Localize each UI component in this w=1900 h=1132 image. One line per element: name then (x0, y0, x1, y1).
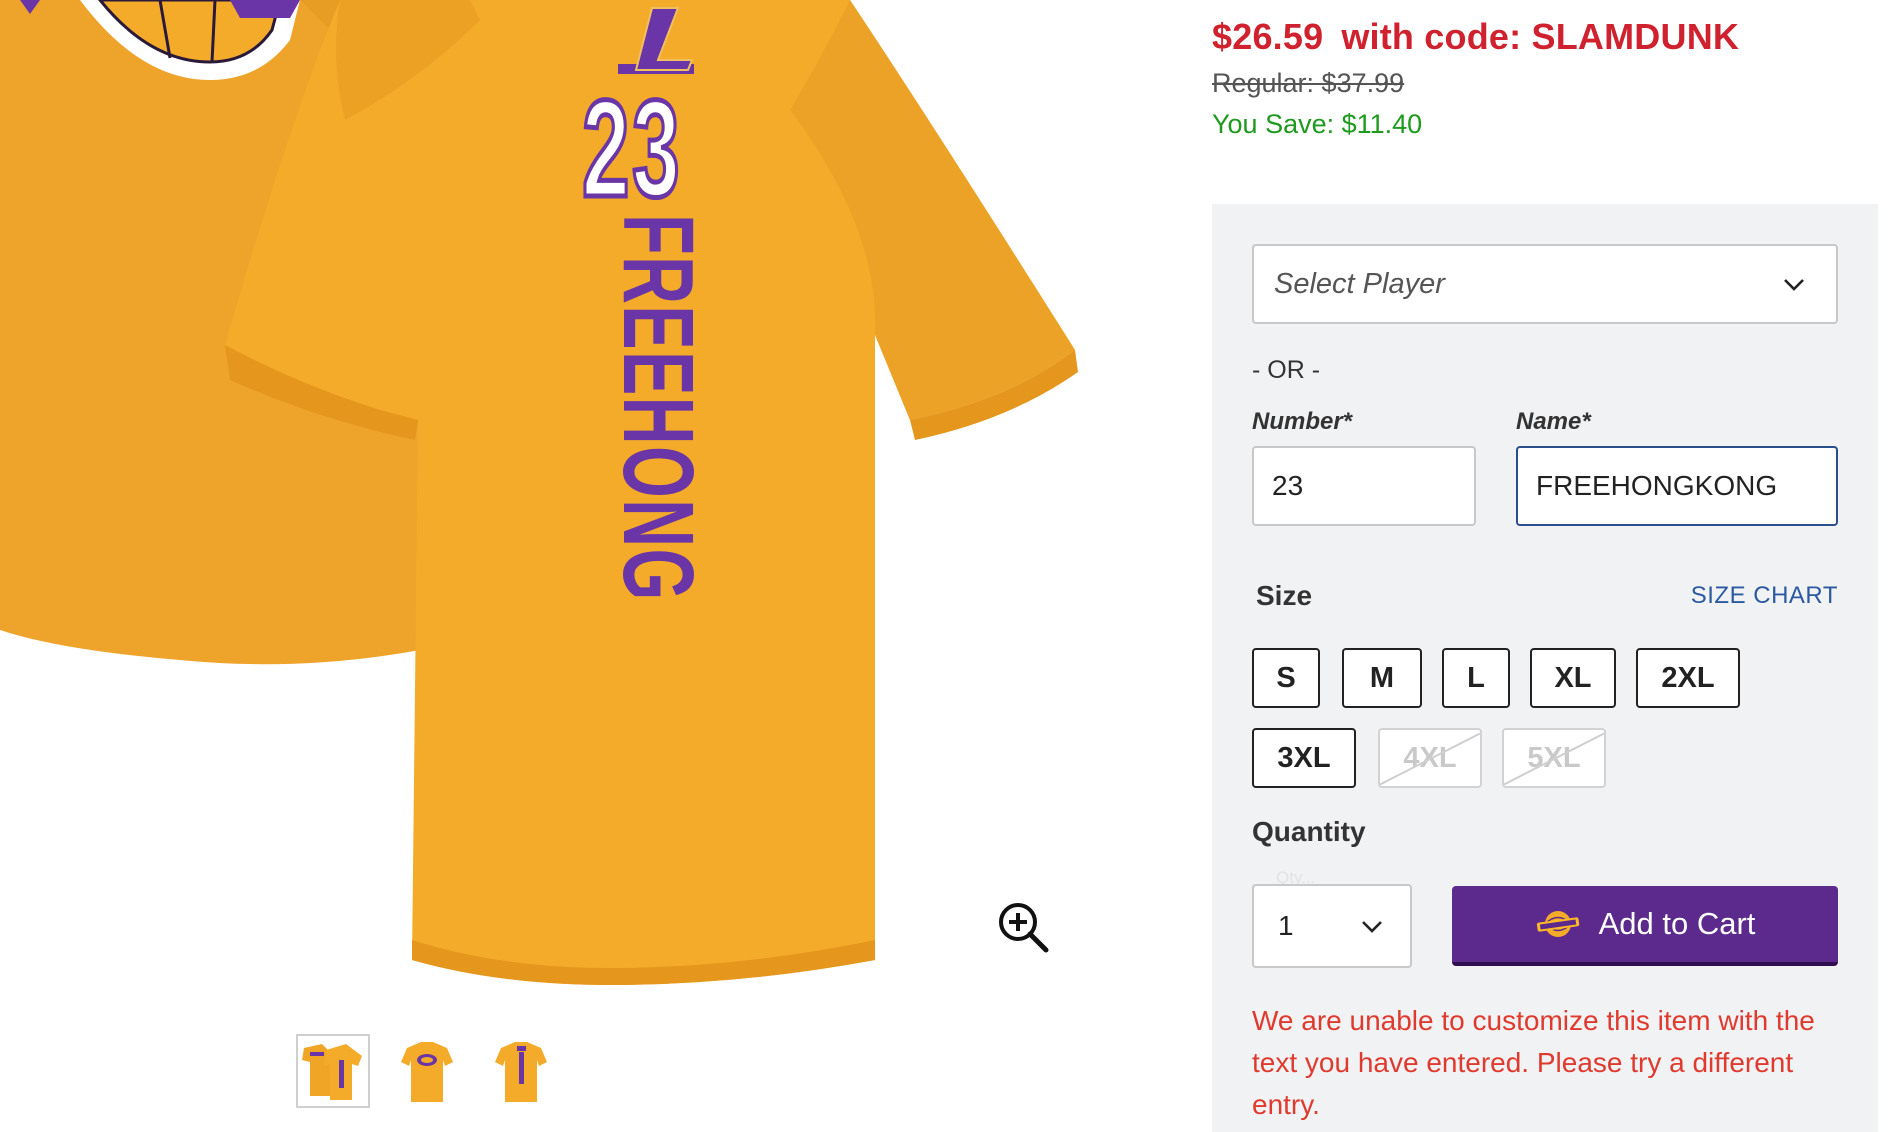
product-image (0, 0, 1078, 985)
quantity-select[interactable]: 1 (1252, 884, 1412, 968)
size-option-l[interactable]: L (1442, 648, 1510, 708)
size-option-5xl: 5XL (1502, 728, 1606, 788)
name-label: Name* (1516, 408, 1591, 435)
name-input[interactable]: FREEHONGKONG (1516, 446, 1838, 526)
chevron-down-icon (1362, 921, 1382, 933)
error-message: We are unable to customize this item wit… (1252, 1005, 1815, 1120)
sale-price: $26.59 (1212, 16, 1324, 57)
size-option-label: S (1276, 661, 1296, 694)
thumb-front[interactable] (390, 1034, 464, 1108)
number-input[interactable]: 23 (1252, 446, 1476, 526)
number-label: Number* (1252, 408, 1353, 435)
thumbnail-strip (296, 1034, 558, 1108)
shirt-jersey-name: FREEHONG (602, 214, 714, 602)
chevron-down-icon (1784, 279, 1804, 291)
select-player-dropdown[interactable]: Select Player (1252, 244, 1838, 324)
zoom-in-icon[interactable] (996, 900, 1052, 956)
size-option-4xl: 4XL (1378, 728, 1482, 788)
you-save: You Save: $11.40 (1212, 109, 1423, 139)
size-option-label: L (1467, 661, 1485, 694)
size-option-label: 2XL (1661, 661, 1715, 694)
size-option-3xl[interactable]: 3XL (1252, 728, 1356, 788)
regular-price: Regular: $37.99 (1212, 68, 1405, 98)
sale-price-line: $26.59 with code: SLAMDUNK (1212, 16, 1739, 58)
thumb-back[interactable] (484, 1034, 558, 1108)
customize-panel: Select Player - OR - Number* Name* 23 FR… (1212, 204, 1878, 1132)
add-to-cart-label: Add to Cart (1598, 906, 1756, 941)
size-option-label: 3XL (1277, 741, 1331, 774)
add-to-cart-button[interactable]: Add to Cart (1452, 886, 1838, 966)
thumb-back-front[interactable] (296, 1034, 370, 1108)
lakers-logo-icon (1536, 911, 1579, 937)
quantity-value: 1 (1278, 910, 1294, 941)
promo-code-text: with code: SLAMDUNK (1341, 16, 1740, 57)
shirt-jersey-number: 23 (580, 72, 683, 226)
size-option-label: M (1369, 661, 1395, 694)
size-option-s[interactable]: S (1252, 648, 1320, 708)
or-divider: - OR - (1252, 356, 1321, 384)
size-label: Size (1256, 580, 1313, 611)
size-option-label: XL (1554, 661, 1592, 694)
price-block: $26.59 with code: SLAMDUNK Regular: $37.9… (1212, 16, 1739, 140)
select-player-placeholder: Select Player (1274, 267, 1445, 300)
size-option-m[interactable]: M (1342, 648, 1422, 708)
size-chart-link[interactable]: SIZE CHART (1691, 582, 1838, 610)
product-gallery: 23 FREEHONG (0, 0, 1100, 1132)
size-option-2xl[interactable]: 2XL (1636, 648, 1740, 708)
size-option-xl[interactable]: XL (1530, 648, 1616, 708)
quantity-label: Quantity (1252, 816, 1366, 847)
